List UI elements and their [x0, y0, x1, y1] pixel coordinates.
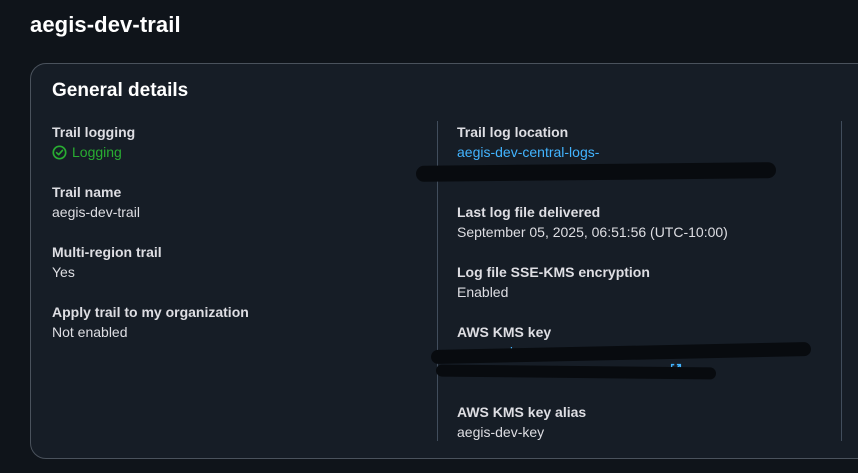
sse-kms-value: Enabled [457, 284, 509, 300]
trail-logging-status: Logging [52, 142, 135, 162]
multi-region-field: Multi-region trail Yes [52, 242, 162, 282]
check-circle-icon [52, 144, 67, 160]
redaction-mark [435, 364, 717, 380]
kms-alias-value: aegis-dev-key [457, 424, 545, 440]
panel-heading: General details [52, 80, 189, 101]
redaction-mark [415, 162, 777, 182]
trail-logging-field: Trail logging Logging [52, 122, 135, 162]
trail-name-label: Trail name [52, 184, 122, 200]
last-delivered-value: September 05, 2025, 06:51:56 (UTC-10:00) [457, 224, 728, 240]
sse-kms-field: Log file SSE-KMS encryption Enabled [457, 262, 650, 302]
kms-alias-field: AWS KMS key alias aegis-dev-key [457, 402, 586, 442]
kms-alias-label: AWS KMS key alias [457, 404, 587, 420]
trail-logging-value: Logging [72, 144, 122, 160]
sse-kms-label: Log file SSE-KMS encryption [457, 264, 650, 280]
last-delivered-field: Last log file delivered September 05, 20… [457, 202, 728, 242]
apply-org-field: Apply trail to my organization Not enabl… [52, 302, 249, 342]
multi-region-value: Yes [52, 264, 75, 280]
multi-region-label: Multi-region trail [52, 244, 162, 260]
apply-org-value: Not enabled [52, 324, 128, 340]
column-divider-right [841, 121, 842, 441]
trail-logging-label: Trail logging [52, 124, 136, 140]
trail-name-field: Trail name aegis-dev-trail [52, 182, 140, 222]
log-location-label: Trail log location [457, 124, 569, 140]
apply-org-label: Apply trail to my organization [52, 304, 249, 320]
page-title: aegis-dev-trail [30, 12, 181, 37]
last-delivered-label: Last log file delivered [457, 204, 601, 220]
general-details-panel: General details Trail logging Logging Tr… [30, 63, 858, 459]
log-location-link[interactable]: aegis-dev-central-logs- [457, 142, 723, 162]
trail-name-value: aegis-dev-trail [52, 204, 140, 220]
kms-key-label: AWS KMS key [457, 324, 552, 340]
